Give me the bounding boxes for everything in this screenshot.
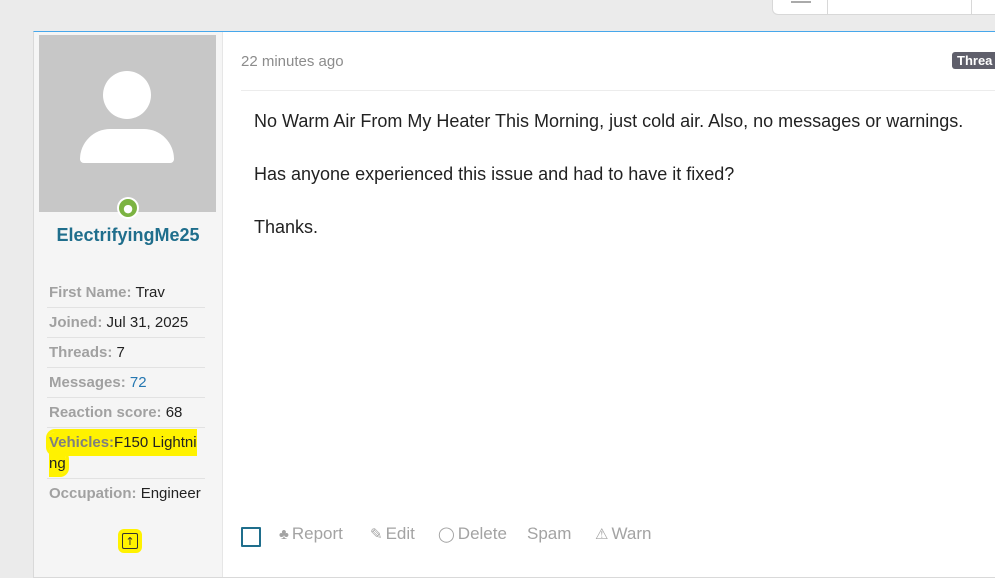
edit-button[interactable]: ✎ Edit bbox=[370, 524, 415, 544]
post-paragraph: Has anyone experienced this issue and ha… bbox=[254, 164, 735, 184]
tab-divider bbox=[971, 0, 972, 14]
bell-icon: ♣ bbox=[279, 525, 289, 543]
thread-starter-badge: Threa bbox=[952, 52, 995, 69]
post-paragraph: No Warm Air From My Heater This Morning,… bbox=[254, 111, 964, 131]
post-actions: ♣ Report ✎ Edit ◯ Delete Spam ⚠ Warn ▮ bbox=[241, 522, 995, 547]
post-body: No Warm Air From My Heater This Morning,… bbox=[254, 110, 995, 269]
delete-button[interactable]: ◯ Delete bbox=[438, 524, 507, 544]
messages-count-link[interactable]: 72 bbox=[130, 374, 147, 391]
stat-value: 68 bbox=[165, 404, 183, 421]
post-card: ● ElectrifyingMe25 First Name: Trav Join… bbox=[33, 31, 995, 578]
warn-label: Warn bbox=[611, 524, 652, 543]
user-info-column: ● ElectrifyingMe25 First Name: Trav Join… bbox=[34, 32, 223, 577]
select-post-checkbox[interactable] bbox=[241, 527, 261, 547]
stat-label: Joined: bbox=[49, 314, 103, 331]
stat-value: 7 bbox=[116, 344, 125, 361]
avatar-body-shape bbox=[80, 129, 174, 163]
user-stats: First Name: Trav Joined: Jul 31, 2025 Th… bbox=[47, 278, 205, 508]
stat-occupation: Occupation: Engineer bbox=[47, 479, 205, 508]
username-link[interactable]: ElectrifyingMe25 bbox=[44, 223, 212, 247]
menu-icon bbox=[791, 1, 811, 3]
stat-reaction-score: Reaction score: 68 bbox=[47, 398, 205, 428]
stat-label: Reaction score: bbox=[49, 404, 162, 421]
stat-label: Vehicles: bbox=[49, 434, 115, 451]
report-button[interactable]: ♣ Report bbox=[279, 524, 343, 544]
avatar-head-shape bbox=[103, 71, 151, 119]
tab-divider bbox=[827, 0, 828, 14]
avatar[interactable] bbox=[39, 35, 216, 212]
spam-label: Spam bbox=[527, 524, 572, 543]
warning-icon: ⚠ bbox=[595, 526, 609, 543]
post-header: 22 minutes ago Threa bbox=[241, 32, 995, 91]
post-paragraph: Thanks. bbox=[254, 217, 319, 237]
post-timestamp[interactable]: 22 minutes ago bbox=[241, 53, 344, 70]
stat-label: Occupation: bbox=[49, 485, 137, 502]
trash-icon: ◯ bbox=[438, 526, 455, 543]
stat-label: Threads: bbox=[49, 344, 113, 361]
stat-threads: Threads: 7 bbox=[47, 338, 205, 368]
stat-label: Messages: bbox=[49, 374, 126, 391]
pencil-icon: ✎ bbox=[370, 526, 383, 543]
stat-value: Jul 31, 2025 bbox=[106, 314, 189, 331]
stat-value: Engineer bbox=[140, 485, 201, 502]
warn-button[interactable]: ⚠ Warn bbox=[595, 524, 651, 544]
report-label: Report bbox=[291, 524, 343, 543]
stat-first-name: First Name: Trav bbox=[47, 278, 205, 308]
spam-button[interactable]: Spam bbox=[527, 524, 571, 544]
stat-label: First Name: bbox=[49, 284, 132, 301]
arrow-up-icon: ↑ bbox=[122, 533, 138, 549]
online-status-icon: ● bbox=[117, 197, 139, 219]
stat-value: Trav bbox=[135, 284, 165, 301]
stat-joined: Joined: Jul 31, 2025 bbox=[47, 308, 205, 338]
delete-label: Delete bbox=[457, 524, 507, 543]
edit-label: Edit bbox=[385, 524, 415, 543]
stat-messages: Messages: 72 bbox=[47, 368, 205, 398]
post-main: 22 minutes ago Threa No Warm Air From My… bbox=[223, 32, 995, 577]
stat-vehicles: Vehicles:F150 Lightning bbox=[47, 428, 205, 479]
expand-user-button[interactable]: ↑ bbox=[118, 529, 142, 553]
top-tab-strip[interactable] bbox=[772, 0, 995, 15]
highlighted-vehicles: Vehicles:F150 Lightning bbox=[49, 432, 197, 474]
